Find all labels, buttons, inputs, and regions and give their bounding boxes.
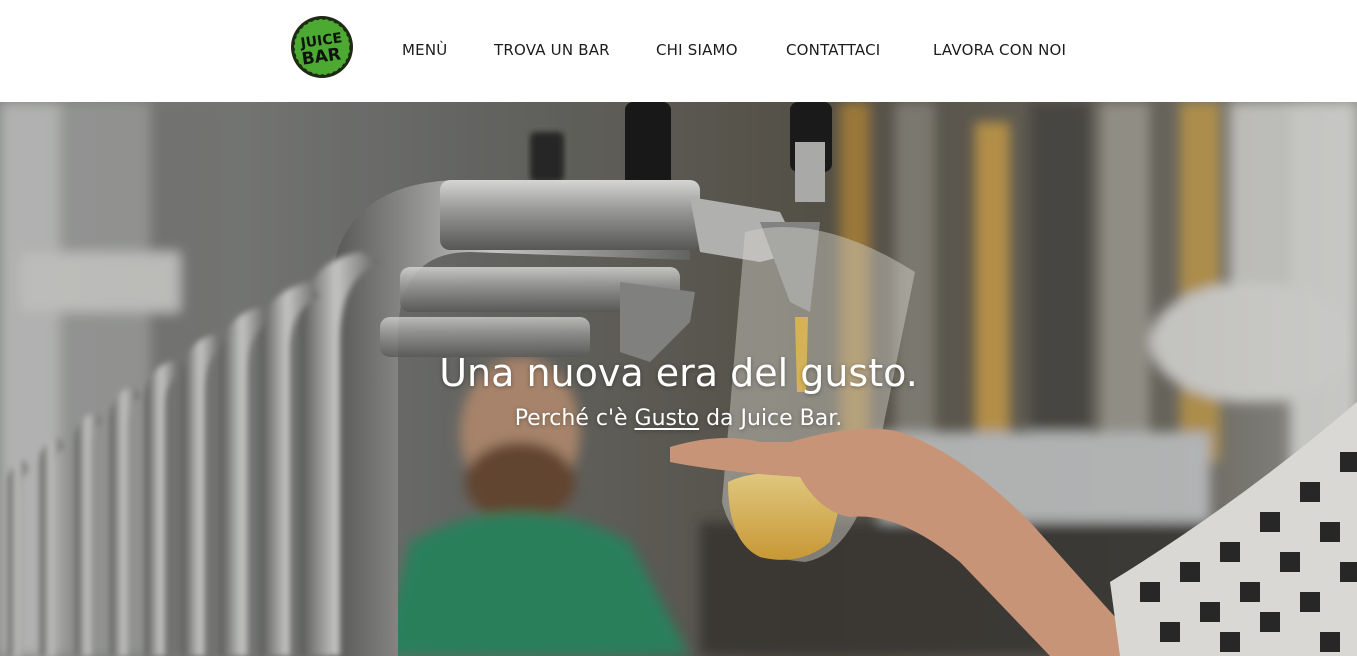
hero-subtitle-text-before: Perché c'è <box>514 406 635 431</box>
hero-subtitle-text-after: da Juice Bar. <box>699 406 843 431</box>
hero-title: Una nuova era del gusto. <box>439 351 918 395</box>
juice-bar-logo[interactable]: JUICE BAR <box>290 15 354 79</box>
hero-section: Una nuova era del gusto. Perché c'è Gust… <box>0 102 1357 656</box>
nav-item-chi-siamo[interactable]: CHI SIAMO <box>656 40 738 60</box>
gusto-link[interactable]: Gusto <box>635 406 700 431</box>
nav-item-trova-un-bar[interactable]: TROVA UN BAR <box>494 40 610 60</box>
site-header: JUICE BAR MENÙ TROVA UN BAR CHI SIAMO CO… <box>0 0 1357 102</box>
nav-item-menu[interactable]: MENÙ <box>402 40 447 60</box>
hero-subtitle: Perché c'è Gusto da Juice Bar. <box>0 404 1357 434</box>
nav-item-lavora-con-noi[interactable]: LAVORA CON NOI <box>933 40 1066 60</box>
nav-item-contattaci[interactable]: CONTATTACI <box>786 40 880 60</box>
